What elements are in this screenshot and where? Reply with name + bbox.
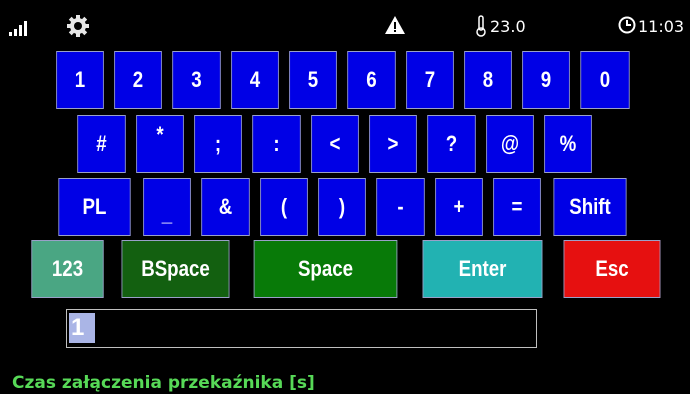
key-plus[interactable]: + — [435, 178, 483, 236]
key-less-than[interactable]: < — [311, 115, 359, 173]
key-6[interactable]: 6 — [347, 51, 396, 109]
key-ampersand[interactable]: & — [201, 178, 250, 236]
key-equals[interactable]: = — [493, 178, 541, 236]
key-underscore[interactable]: _ — [143, 178, 191, 236]
enter-button[interactable]: Enter — [422, 240, 543, 298]
temperature-readout: 23.0 — [490, 17, 526, 36]
key-5[interactable]: 5 — [289, 51, 337, 109]
signal-strength-icon — [9, 20, 31, 36]
key-3[interactable]: 3 — [172, 51, 221, 109]
key-0[interactable]: 0 — [580, 51, 630, 109]
key-asterisk[interactable]: * — [136, 115, 184, 173]
key-percent[interactable]: % — [544, 115, 592, 173]
key-pl[interactable]: PL — [58, 178, 131, 236]
key-question[interactable]: ? — [427, 115, 476, 173]
key-greater-than[interactable]: > — [369, 115, 417, 173]
warning-icon — [385, 16, 405, 34]
key-semicolon[interactable]: ; — [194, 115, 242, 173]
key-7[interactable]: 7 — [406, 51, 454, 109]
key-minus[interactable]: - — [376, 178, 425, 236]
status-bar: 23.0 11:03 — [0, 0, 690, 44]
key-2[interactable]: 2 — [114, 51, 162, 109]
key-open-paren[interactable]: ( — [260, 178, 308, 236]
key-9[interactable]: 9 — [522, 51, 570, 109]
key-1[interactable]: 1 — [56, 51, 104, 109]
gear-icon[interactable] — [66, 14, 90, 38]
key-4[interactable]: 4 — [231, 51, 279, 109]
shift-button[interactable]: Shift — [553, 178, 627, 236]
field-label: Czas załączenia przekaźnika [s] — [12, 373, 315, 393]
key-at[interactable]: @ — [486, 115, 534, 173]
space-button[interactable]: Space — [253, 240, 398, 298]
numeric-mode-button[interactable]: 123 — [31, 240, 104, 298]
clock-icon — [618, 16, 636, 34]
key-colon[interactable]: : — [252, 115, 301, 173]
value-input[interactable]: 1 — [66, 309, 537, 348]
clock-readout: 11:03 — [638, 17, 685, 36]
backspace-button[interactable]: BSpace — [121, 240, 230, 298]
key-8[interactable]: 8 — [464, 51, 512, 109]
thermometer-icon — [476, 15, 486, 37]
key-close-paren[interactable]: ) — [318, 178, 366, 236]
key-hash[interactable]: # — [77, 115, 126, 173]
input-value-selection: 1 — [69, 313, 95, 343]
escape-button[interactable]: Esc — [563, 240, 661, 298]
